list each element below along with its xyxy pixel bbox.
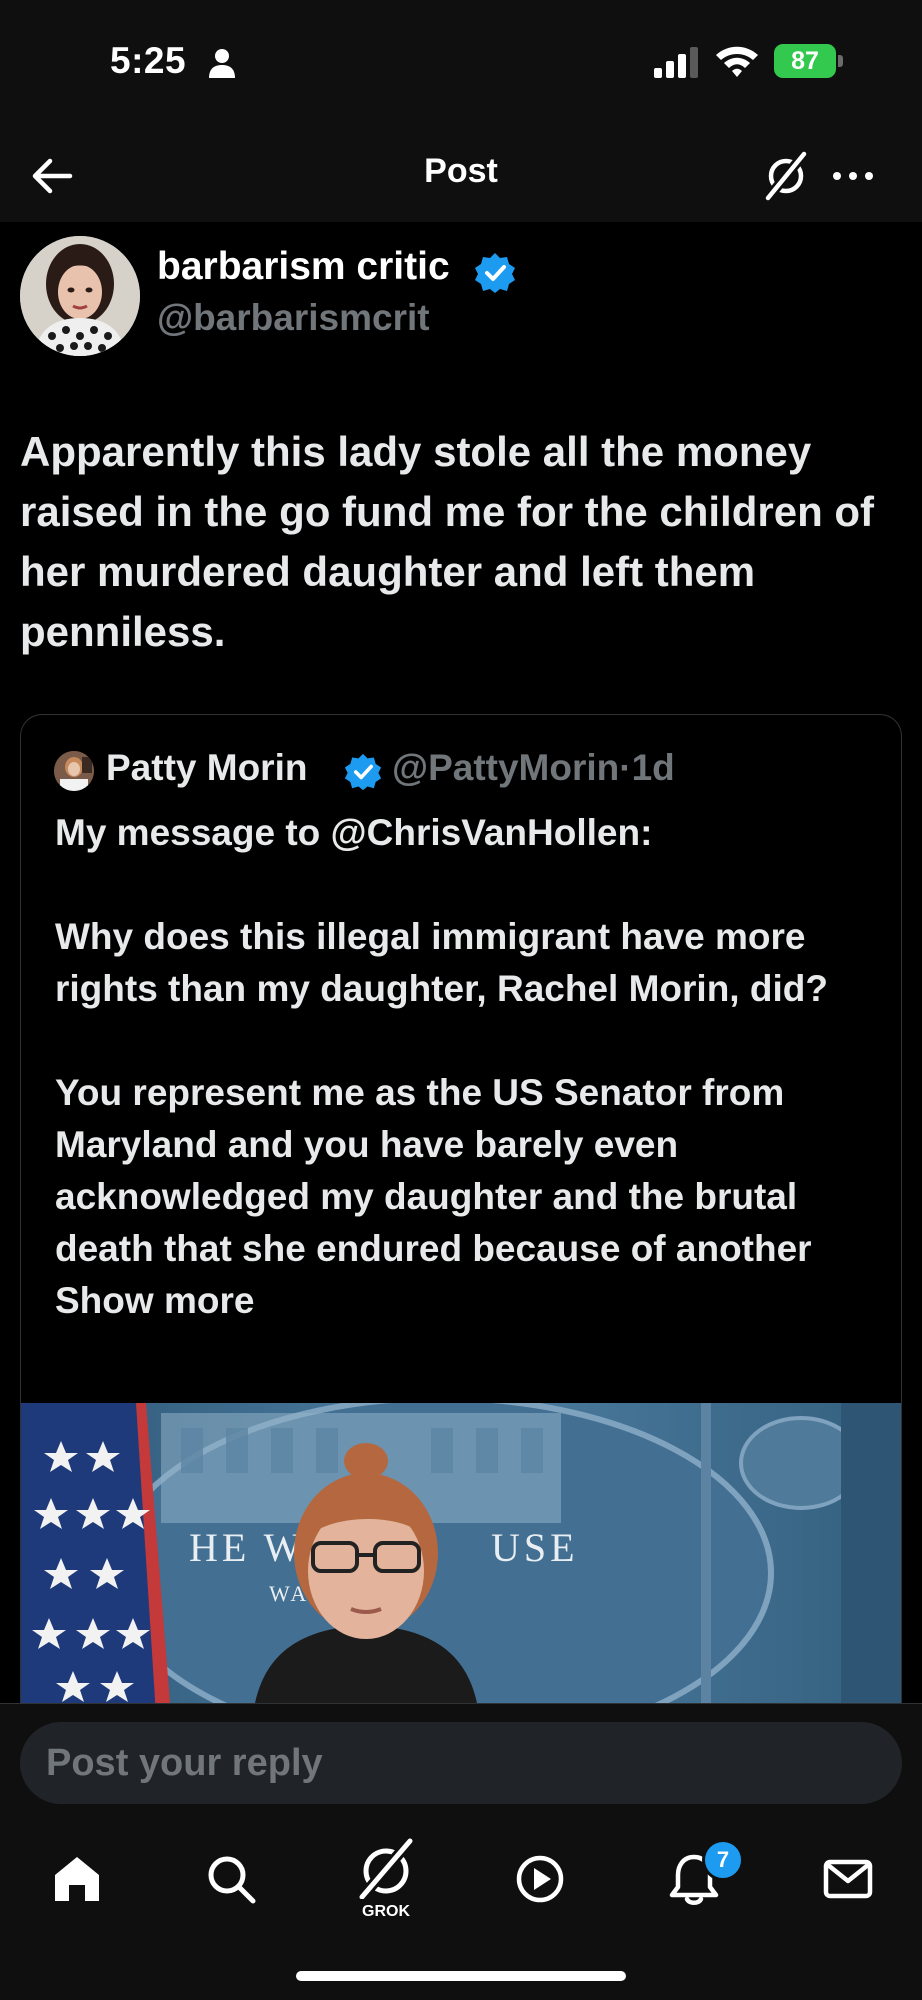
status-time: 5:25: [110, 40, 187, 81]
verified-badge-icon: [344, 753, 382, 791]
quote-author-meta[interactable]: @PattyMorin·1d: [392, 747, 675, 789]
reply-input[interactable]: Post your reply: [20, 1722, 902, 1804]
notifications-badge: 7: [702, 1839, 744, 1881]
search-icon[interactable]: [203, 1851, 259, 1907]
more-options-icon[interactable]: [830, 156, 876, 196]
tab-grok[interactable]: GROK: [354, 1835, 418, 1931]
reply-bar: Post your reply: [0, 1703, 922, 1822]
quote-paragraph: You represent me as the US Senator from …: [55, 1067, 875, 1327]
show-more-link[interactable]: Show more: [55, 1280, 254, 1321]
quote-paragraph-text: You represent me as the US Senator from …: [55, 1072, 812, 1269]
verified-badge-icon: [475, 253, 515, 293]
grok-icon[interactable]: [762, 148, 810, 202]
home-indicator: [296, 1971, 626, 1981]
quote-text: My message to @ChrisVanHollen: Why does …: [55, 807, 875, 1327]
quote-avatar-image: [54, 751, 94, 791]
signal-icon: [654, 47, 698, 78]
quoted-post-card[interactable]: Patty Morin @PattyMorin·1d My message to…: [20, 714, 902, 1715]
grok-label: GROK: [362, 1903, 410, 1920]
press-briefing-image: HE WH USE WASH: [21, 1403, 901, 1715]
quote-media-image[interactable]: HE WH USE WASH: [21, 1403, 901, 1715]
author-avatar[interactable]: [20, 236, 140, 356]
status-bar: 5:25 87: [0, 0, 922, 130]
battery-indicator: 87: [774, 44, 846, 78]
battery-level: 87: [774, 44, 836, 78]
backdrop-text-right: USE: [491, 1525, 579, 1570]
quote-paragraph: Why does this illegal immigrant have mor…: [55, 916, 828, 1009]
grok-icon: [357, 1837, 415, 1901]
quote-author-avatar[interactable]: [54, 751, 94, 791]
meta-separator: ·: [619, 747, 632, 788]
reply-placeholder: Post your reply: [46, 1742, 323, 1784]
wifi-icon: [716, 46, 758, 77]
quote-timestamp: 1d: [631, 747, 675, 788]
author-name[interactable]: barbarism critic: [157, 245, 450, 289]
post-text: Apparently this lady stole all the money…: [20, 428, 875, 655]
person-icon: [209, 49, 235, 78]
battery-tip: [838, 55, 843, 67]
quote-author-handle[interactable]: @PattyMorin: [392, 747, 619, 788]
mail-icon[interactable]: [820, 1851, 876, 1907]
home-icon[interactable]: [49, 1851, 105, 1907]
bottom-tab-bar: GROK 7: [0, 1821, 922, 2000]
video-icon[interactable]: [512, 1851, 568, 1907]
author-handle[interactable]: @barbarismcrit: [157, 297, 430, 339]
nav-header: Post: [0, 130, 922, 222]
post-detail-screen: 5:25 87 Post barbarism critic @barbarism…: [0, 0, 922, 2000]
quote-paragraph: My message to @ChrisVanHollen:: [55, 812, 653, 853]
avatar-image: [20, 236, 140, 356]
quote-author-name[interactable]: Patty Morin: [106, 747, 307, 789]
